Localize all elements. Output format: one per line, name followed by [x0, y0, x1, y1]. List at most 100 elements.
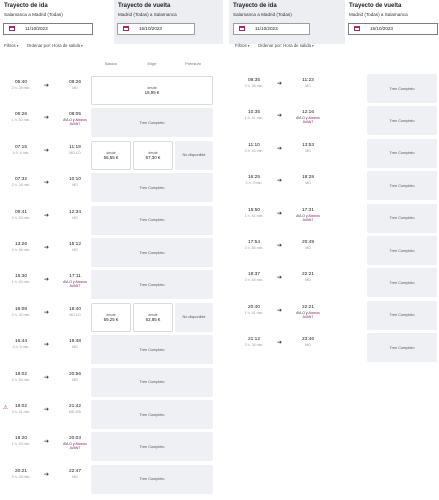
full-train-box: Tren Completo: [91, 238, 213, 267]
station-code: MD: [305, 181, 311, 186]
train-row: 21:12 2 h. 34 min. ➔ 23:46 MD Tren Completo: [237, 333, 439, 363]
departure: 20:21 2 h. 26 min.: [4, 469, 38, 479]
full-train-box-label: Tren Completo: [139, 444, 165, 449]
arrow-right-icon: ➔: [44, 180, 50, 187]
fare-basic-button[interactable]: desde 56,55 €: [91, 140, 131, 170]
column-premium: Prémium: [184, 61, 201, 66]
station-code: MD-MD: [68, 410, 82, 414]
trip-duration: 2 h. 55 min.: [244, 246, 264, 250]
station-code: MD-LD: [69, 312, 81, 317]
return-date-field-right[interactable]: 15/10/2023: [348, 23, 438, 35]
sort-dropdown[interactable]: Ordenar por: Hora de salida▾: [258, 43, 314, 48]
operator-note: AVLO y Abonos AVANT: [293, 311, 323, 319]
full-train-box: Tren Completo: [91, 173, 213, 203]
fare-basic-button[interactable]: desde 59,25 €: [91, 302, 131, 332]
price-value: 56,55 €: [103, 154, 119, 160]
arrival: 20:03 AVLO y Abonos AVANT: [60, 436, 90, 450]
full-train-box-label: Tren Completo: [389, 216, 415, 221]
trip-duration: 2 h. 29 min.: [11, 86, 31, 90]
departure-time: 17:54: [247, 240, 260, 245]
train-row: 20:21 2 h. 26 min. ➔ 22:47 MD Tren Completo: [4, 464, 216, 494]
price-value: 67,30 €: [145, 154, 161, 160]
full-train-box: Tren Completo: [91, 367, 213, 397]
trip-duration: 1 h. 40 min.: [11, 280, 31, 285]
operator-note: AVLO y Abonos AVANT: [293, 116, 323, 124]
full-train-box: Tren Completo: [91, 400, 213, 429]
arrival: 18:28 MD: [293, 175, 323, 185]
arrival-time: 13:53: [301, 142, 314, 148]
arrival-time: 18:28: [301, 175, 314, 181]
station-code: MD: [305, 278, 311, 283]
station-code: MD: [305, 343, 311, 348]
departure: 07:32 2 h. 28 min.: [4, 177, 38, 187]
arrival-time: 17:11: [69, 274, 81, 280]
arrival: 19:48 MD: [60, 339, 90, 349]
departure-time: 20:21: [14, 468, 27, 474]
trip-duration: 2 h. 46 min.: [11, 248, 31, 252]
arrival-time: 22:47: [68, 468, 81, 474]
trip-duration: 3 h. 5 min.: [12, 345, 30, 350]
outbound-date-value: 11/10/2023: [25, 26, 48, 31]
arrival: 08:05 AVLO y Abonos AVANT: [60, 112, 90, 126]
filter-button[interactable]: Filtros▾: [235, 43, 250, 48]
column-basic: Básico: [104, 61, 117, 66]
arrow-right-icon: ➔: [277, 81, 283, 87]
price-value: 16,95 €: [144, 90, 160, 95]
train-row: 13:26 2 h. 46 min. ➔ 15:12 MD Tren Completo: [4, 238, 216, 267]
trip-duration: 1 h. 40 min.: [11, 118, 31, 123]
arrival: 22:21 MD: [293, 272, 323, 282]
return-tab-right[interactable]: Trayecto de vuelta Madrid (Todas) a Sala…: [345, 0, 439, 44]
arrival-time: 19:48: [68, 339, 81, 345]
train-row: 11:10 2 h. 43 min. ➔ 13:53 MD Tren Completo: [237, 138, 439, 168]
arrival-time: 20:03: [68, 436, 81, 442]
full-train-box-label: Tren Completo: [139, 412, 165, 417]
fare-basic-button[interactable]: desde 16,95 €: [91, 76, 213, 105]
departure: 16:08 2 h. 30 min.: [4, 307, 38, 317]
train-row: 06:26 1 h. 40 min. ➔ 08:05 AVLO y Abonos AVA…: [4, 108, 216, 138]
trip-duration: 2 h. 3 min.: [245, 181, 263, 186]
trip-duration: 1 h. 41 min.: [244, 213, 264, 218]
arrival: 12:34 MD: [60, 210, 90, 220]
sort-dropdown[interactable]: Ordenar por: Hora de salida▾: [27, 43, 83, 48]
fare-choose-button[interactable]: desde 62,85 €: [133, 302, 173, 332]
trip-duration: 2 h. 35 min.: [244, 84, 264, 88]
trip-duration: 2 h. 43 min.: [244, 148, 264, 153]
departure-time: 16:44: [14, 339, 27, 345]
departure: 09:41 2 h. 53 min.: [4, 210, 38, 220]
return-date-field[interactable]: 15/10/2023: [117, 23, 195, 35]
outbound-date-field-right[interactable]: 11/10/2023: [233, 23, 310, 35]
full-train-box: Tren Completo: [367, 333, 437, 363]
departure: 06:26 1 h. 40 min.: [4, 112, 38, 122]
arrival-time: 12:34: [68, 209, 81, 215]
arrival-time: 11:19: [69, 144, 81, 150]
full-train-box-label: Tren Completo: [139, 282, 165, 287]
departure-time: 21:12: [247, 337, 260, 343]
departure: 16:25 2 h. 3 min.: [237, 175, 271, 185]
arrival-time: 15:12: [68, 242, 81, 247]
trip-duration: 2 h. 28 min.: [11, 183, 31, 188]
departure: 05:40 2 h. 29 min.: [4, 80, 38, 90]
full-train-box-label: Tren Completo: [389, 151, 415, 156]
station-code: MD: [72, 248, 78, 252]
fare-choose-button[interactable]: desde 67,30 €: [133, 140, 173, 170]
filter-button[interactable]: Filtros▾: [4, 43, 19, 48]
departure: 19:37 2 h. 44 min.: [237, 272, 271, 282]
outbound-tab[interactable]: Trayecto de ida Salamanca a Madrid (Toda…: [0, 0, 113, 44]
full-train-box: Tren Completo: [367, 74, 437, 103]
return-tab[interactable]: Trayecto de vuelta Madrid (Todas) a Sala…: [114, 0, 223, 44]
full-train-box: Tren Completo: [91, 464, 213, 494]
train-row: 07:15 4 h. 4 min. ➔ 11:19 MD-LD desde 56,55 € d…: [4, 140, 216, 170]
full-train-box-label: Tren Completo: [389, 345, 415, 350]
arrival: 12:16 AVLO y Abonos AVANT: [293, 110, 323, 124]
station-code: MD: [72, 345, 78, 350]
train-row: 07:32 2 h. 28 min. ➔ 10:10 MD Tren Completo: [4, 173, 216, 203]
departure: 18:02 2 h. 54 min.: [4, 372, 38, 382]
outbound-tab-route: Salamanca a Madrid (Todas): [4, 12, 63, 17]
outbound-date-field[interactable]: 11/10/2023: [3, 23, 93, 35]
departure-time: 16:08: [14, 306, 27, 312]
train-row: 09:41 2 h. 53 min. ➔ 12:34 MD Tren Completo: [4, 205, 216, 235]
outbound-tab-right[interactable]: Trayecto de ida Salamanca a Madrid (Toda…: [229, 0, 345, 44]
train-row: 20:40 1 h. 41 min. ➔ 22:21 AVLO y Abonos AVA…: [237, 300, 439, 330]
arrival-time: 08:05: [68, 112, 81, 118]
outbound-panel: Trayecto de ida Salamanca a Madrid (Toda…: [0, 0, 223, 500]
